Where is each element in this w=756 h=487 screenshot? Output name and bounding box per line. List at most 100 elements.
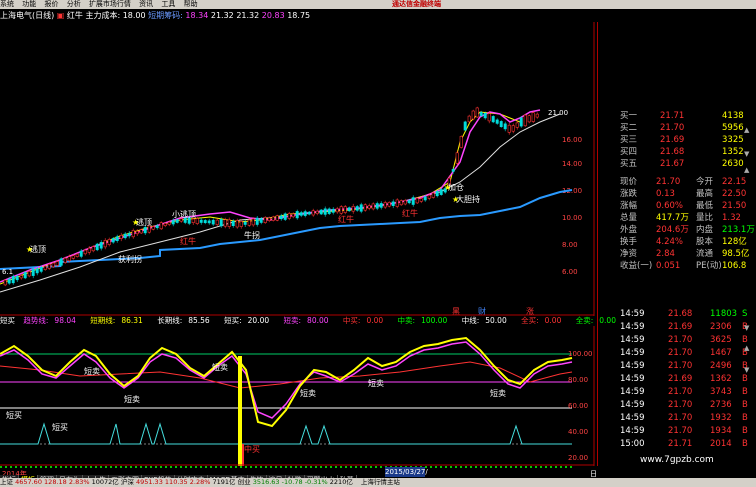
trade-flag: B: [742, 374, 748, 384]
arrow-up-icon[interactable]: ▲: [744, 166, 749, 174]
order-label: 买四: [620, 147, 638, 157]
arrow-down-icon[interactable]: ▼: [744, 150, 749, 158]
candle: [411, 197, 415, 205]
stock-name[interactable]: 上海电气(日线): [0, 11, 54, 20]
menu-system[interactable]: 系统: [0, 0, 14, 8]
arrow-up-icon[interactable]: ▲: [744, 344, 749, 352]
sh-index-label[interactable]: 上证: [0, 478, 13, 486]
stat-row: 净资 2.84 流通 98.5亿: [598, 248, 756, 260]
stat-value: 0.60%: [656, 201, 684, 211]
arrow-down-icon[interactable]: ▼: [744, 366, 749, 374]
label-short-sell-4: 短卖: [300, 388, 316, 398]
trade-flag: B: [742, 426, 748, 436]
candle: [31, 268, 35, 276]
trade-volume: 1934: [710, 426, 732, 436]
trade-row: 14:59 21.70 1934 B: [598, 425, 756, 437]
candle: [307, 211, 311, 215]
menu-function[interactable]: 功能: [22, 0, 36, 8]
menu-extended-market[interactable]: 扩展市场行情: [89, 0, 131, 8]
order-row[interactable]: 买四 21.68 1352: [598, 146, 756, 158]
full-buy-label: 全买: 0.00: [521, 316, 562, 325]
candle: [435, 191, 439, 197]
candle: [75, 253, 79, 257]
order-price: 21.71: [660, 111, 685, 121]
main-cost-label: 主力成本:: [85, 11, 121, 20]
sh-index-change: 128.18: [44, 478, 67, 486]
candle: [415, 197, 419, 204]
box-icon: ▣: [56, 11, 65, 20]
trade-time: 14:59: [620, 348, 645, 358]
trade-time: 14:59: [620, 322, 645, 332]
candle: [439, 189, 443, 195]
server-name[interactable]: 上海行情主站: [361, 478, 400, 486]
candle: [123, 233, 127, 239]
candle: [499, 121, 503, 128]
candle: [523, 114, 527, 127]
label-short-sell-3: 短卖: [212, 362, 228, 372]
order-row[interactable]: 买一 21.71 4138: [598, 110, 756, 122]
mid-sell-label: 中卖: 100.00: [397, 316, 448, 325]
candle: [39, 267, 43, 272]
stat-label-2: 流通: [696, 249, 714, 259]
candle: [427, 195, 431, 199]
candle: [535, 113, 539, 118]
candle: [199, 219, 203, 223]
candle: [87, 247, 91, 253]
candle: [59, 258, 63, 266]
trade-volume: 2306: [710, 322, 732, 332]
stat-label-2: 股本: [696, 237, 714, 247]
menu-help[interactable]: 帮助: [184, 0, 198, 8]
candle: [35, 268, 39, 274]
order-row[interactable]: 买三 21.69 3325: [598, 134, 756, 146]
order-row[interactable]: 买二 21.70 5956: [598, 122, 756, 134]
candle: [127, 233, 131, 237]
trade-row: 14:59 21.70 2736 B: [598, 399, 756, 411]
indicator-header: 短买 趋势线: 98.04 短期线: 86.31 长期线: 85.56 短买: 20.0…: [0, 316, 616, 326]
stat-value: 0.051: [656, 261, 681, 271]
candle: [139, 229, 143, 234]
candle: [323, 208, 327, 215]
candle: [227, 219, 231, 227]
stat-label: 涨幅: [620, 201, 638, 211]
trade-volume: 1932: [710, 413, 732, 423]
menu-tools[interactable]: 工具: [161, 0, 175, 8]
main-candlestick-chart[interactable]: 16.0014.0012.0010.008.006.00 逃顶 ★ 逃顶 ★ 小…: [0, 22, 596, 316]
stat-label: 换手: [620, 237, 638, 247]
candle: [247, 219, 251, 226]
candle: [479, 112, 483, 116]
menu-quote[interactable]: 报价: [44, 0, 58, 8]
candle: [191, 218, 195, 224]
menu-news[interactable]: 资讯: [139, 0, 153, 8]
stat-value-2: 98.5亿: [722, 249, 750, 259]
stat-row: 涨幅 0.60% 最低 21.50: [598, 200, 756, 212]
candle: [467, 115, 471, 123]
trade-time: 14:59: [620, 335, 645, 345]
trade-time: 14:59: [620, 426, 645, 436]
label-short-sell-6: 短卖: [490, 388, 506, 398]
indicator-name[interactable]: 短买: [0, 316, 15, 325]
cy-index-label[interactable]: 创业: [238, 478, 251, 486]
candle: [403, 200, 407, 205]
annotation-small-escape: 小逃顶: [172, 209, 196, 219]
menu-analysis[interactable]: 分析: [67, 0, 81, 8]
order-volume: 5956: [722, 123, 744, 133]
stat-row: 总量 417.7万 量比 1.32: [598, 212, 756, 224]
cy-index-amount: 2210亿: [329, 478, 353, 486]
trade-row: 14:59 21.69 2306 B: [598, 321, 756, 333]
arrow-up-icon[interactable]: ▲: [744, 126, 749, 134]
trade-time: 14:59: [620, 309, 645, 319]
candle: [291, 213, 295, 218]
arrow-down-icon[interactable]: ▼: [744, 324, 749, 332]
trade-row: 14:59 21.69 1362 B: [598, 373, 756, 385]
stat-label: 外盘: [620, 225, 638, 235]
sz-index-label[interactable]: 沪深: [121, 478, 134, 486]
short-line-label: 短期线: 86.31: [90, 316, 143, 325]
order-row[interactable]: 买五 21.67 2630: [598, 158, 756, 170]
oscillator-chart[interactable]: 短买 短买 短卖 短卖 短卖 中买 短卖 短卖 短卖 100.00 80.00 60…: [0, 326, 596, 466]
order-label: 买三: [620, 135, 638, 145]
candle: [239, 221, 243, 227]
candle: [135, 230, 139, 235]
indicator-name[interactable]: 红牛: [67, 11, 83, 20]
trade-row: 14:59 21.70 3743 B: [598, 386, 756, 398]
trade-price: 21.69: [668, 374, 693, 384]
